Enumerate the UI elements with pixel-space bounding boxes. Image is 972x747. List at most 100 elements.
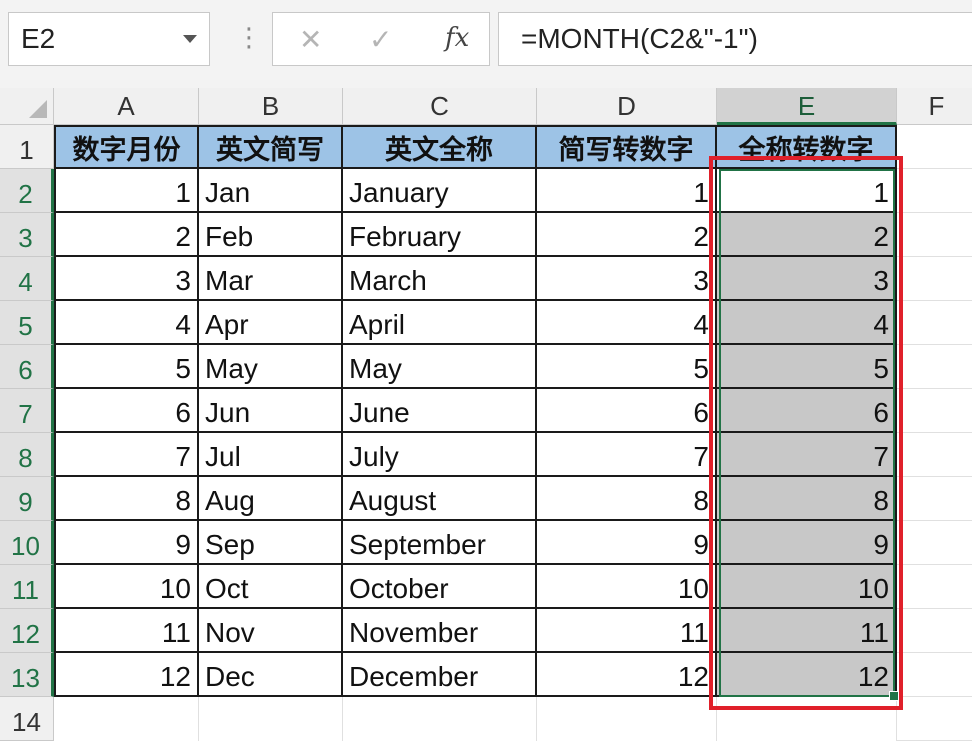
column-header-f[interactable]: F <box>897 88 972 125</box>
column-header-d[interactable]: D <box>537 88 717 125</box>
row-header-2[interactable]: 2 <box>0 169 54 213</box>
table-cell[interactable]: 4 <box>537 301 717 345</box>
table-cell[interactable]: Oct <box>199 565 343 609</box>
table-cell[interactable]: Aug <box>199 477 343 521</box>
row-header-9[interactable]: 9 <box>0 477 54 521</box>
table-cell[interactable]: Dec <box>199 653 343 697</box>
row-header-6[interactable]: 6 <box>0 345 54 389</box>
table-cell[interactable]: February <box>343 213 537 257</box>
row-header-14[interactable]: 14 <box>0 697 54 741</box>
fill-handle[interactable] <box>889 691 899 701</box>
enter-icon[interactable]: ✓ <box>369 23 392 56</box>
table-cell[interactable]: Apr <box>199 301 343 345</box>
row-header-13[interactable]: 13 <box>0 653 54 697</box>
table-cell[interactable]: 1 <box>54 169 199 213</box>
column-header-c[interactable]: C <box>343 88 537 125</box>
table-cell[interactable]: 12 <box>717 653 897 697</box>
table-cell[interactable]: 6 <box>537 389 717 433</box>
table-cell[interactable]: September <box>343 521 537 565</box>
table-cell[interactable]: Feb <box>199 213 343 257</box>
row-header-10[interactable]: 10 <box>0 521 54 565</box>
row-header-3[interactable]: 3 <box>0 213 54 257</box>
table-cell[interactable]: 12 <box>54 653 199 697</box>
column-header-e[interactable]: E <box>717 88 897 125</box>
table-cell[interactable]: August <box>343 477 537 521</box>
gridline <box>897 344 972 345</box>
table-cell[interactable]: Jul <box>199 433 343 477</box>
formula-input[interactable]: =MONTH(C2&"-1") <box>498 12 972 66</box>
table-cell[interactable]: 5 <box>537 345 717 389</box>
table-cell[interactable]: 1 <box>717 169 897 213</box>
row-header-7[interactable]: 7 <box>0 389 54 433</box>
table-cell[interactable]: 7 <box>537 433 717 477</box>
table-cell[interactable]: December <box>343 653 537 697</box>
cancel-icon[interactable]: ✕ <box>299 23 322 56</box>
table-cell[interactable]: 4 <box>717 301 897 345</box>
header-cell[interactable]: 简写转数字 <box>537 125 717 169</box>
gridline <box>897 212 972 213</box>
table-cell[interactable]: 10 <box>717 565 897 609</box>
table-cell[interactable]: 3 <box>537 257 717 301</box>
header-cell[interactable]: 英文简写 <box>199 125 343 169</box>
table-cell[interactable]: 5 <box>54 345 199 389</box>
row-header-12[interactable]: 12 <box>0 609 54 653</box>
chevron-down-icon[interactable] <box>183 35 197 43</box>
table-cell[interactable]: Nov <box>199 609 343 653</box>
header-cell[interactable]: 全称转数字 <box>717 125 897 169</box>
row-header-4[interactable]: 4 <box>0 257 54 301</box>
table-cell[interactable]: 2 <box>54 213 199 257</box>
header-cell[interactable]: 数字月份 <box>54 125 199 169</box>
table-cell[interactable]: 10 <box>54 565 199 609</box>
table-cell[interactable]: July <box>343 433 537 477</box>
table-cell[interactable]: Jan <box>199 169 343 213</box>
formula-text: =MONTH(C2&"-1") <box>521 23 758 54</box>
table-cell[interactable]: 9 <box>537 521 717 565</box>
column-header-a[interactable]: A <box>54 88 199 125</box>
table-cell[interactable]: 8 <box>54 477 199 521</box>
table-cell[interactable]: 9 <box>717 521 897 565</box>
table-cell[interactable]: 11 <box>54 609 199 653</box>
table-cell[interactable]: November <box>343 609 537 653</box>
table-cell[interactable]: April <box>343 301 537 345</box>
table-cell[interactable]: Sep <box>199 521 343 565</box>
table-cell[interactable]: 6 <box>717 389 897 433</box>
name-box[interactable]: E2 <box>8 12 210 66</box>
table-cell[interactable]: May <box>199 345 343 389</box>
table-cell[interactable]: October <box>343 565 537 609</box>
table-cell[interactable]: 7 <box>717 433 897 477</box>
row-header-8[interactable]: 8 <box>0 433 54 477</box>
table-cell[interactable]: June <box>343 389 537 433</box>
header-cell[interactable]: 英文全称 <box>343 125 537 169</box>
table-cell[interactable]: 2 <box>537 213 717 257</box>
table-cell[interactable]: 8 <box>717 477 897 521</box>
table-cell[interactable]: 9 <box>54 521 199 565</box>
table-cell[interactable]: 4 <box>54 301 199 345</box>
column-header-b[interactable]: B <box>199 88 343 125</box>
table-cell[interactable]: 6 <box>54 389 199 433</box>
select-all-corner[interactable] <box>0 88 54 125</box>
gridline <box>897 652 972 653</box>
formula-bar-area: E2 ⋮ ✕ ✓ fx =MONTH(C2&"-1") <box>0 0 972 89</box>
table-cell[interactable]: January <box>343 169 537 213</box>
table-cell[interactable]: 8 <box>537 477 717 521</box>
table-cell[interactable]: 10 <box>537 565 717 609</box>
table-cell[interactable]: 1 <box>537 169 717 213</box>
table-cell[interactable]: 12 <box>537 653 717 697</box>
table-cell[interactable]: Mar <box>199 257 343 301</box>
table-cell[interactable]: 2 <box>717 213 897 257</box>
row-header-5[interactable]: 5 <box>0 301 54 345</box>
row-header-11[interactable]: 11 <box>0 565 54 609</box>
table-cell[interactable]: 11 <box>717 609 897 653</box>
table-cell[interactable]: March <box>343 257 537 301</box>
table-cell[interactable]: 3 <box>717 257 897 301</box>
more-options-icon[interactable]: ⋮ <box>236 24 262 50</box>
table-cell[interactable]: 3 <box>54 257 199 301</box>
table-cell[interactable]: 5 <box>717 345 897 389</box>
table-cell[interactable]: 7 <box>54 433 199 477</box>
gridline <box>897 740 972 741</box>
table-cell[interactable]: May <box>343 345 537 389</box>
row-header-1[interactable]: 1 <box>0 125 54 169</box>
table-cell[interactable]: 11 <box>537 609 717 653</box>
table-cell[interactable]: Jun <box>199 389 343 433</box>
insert-function-icon[interactable]: fx <box>445 23 469 53</box>
